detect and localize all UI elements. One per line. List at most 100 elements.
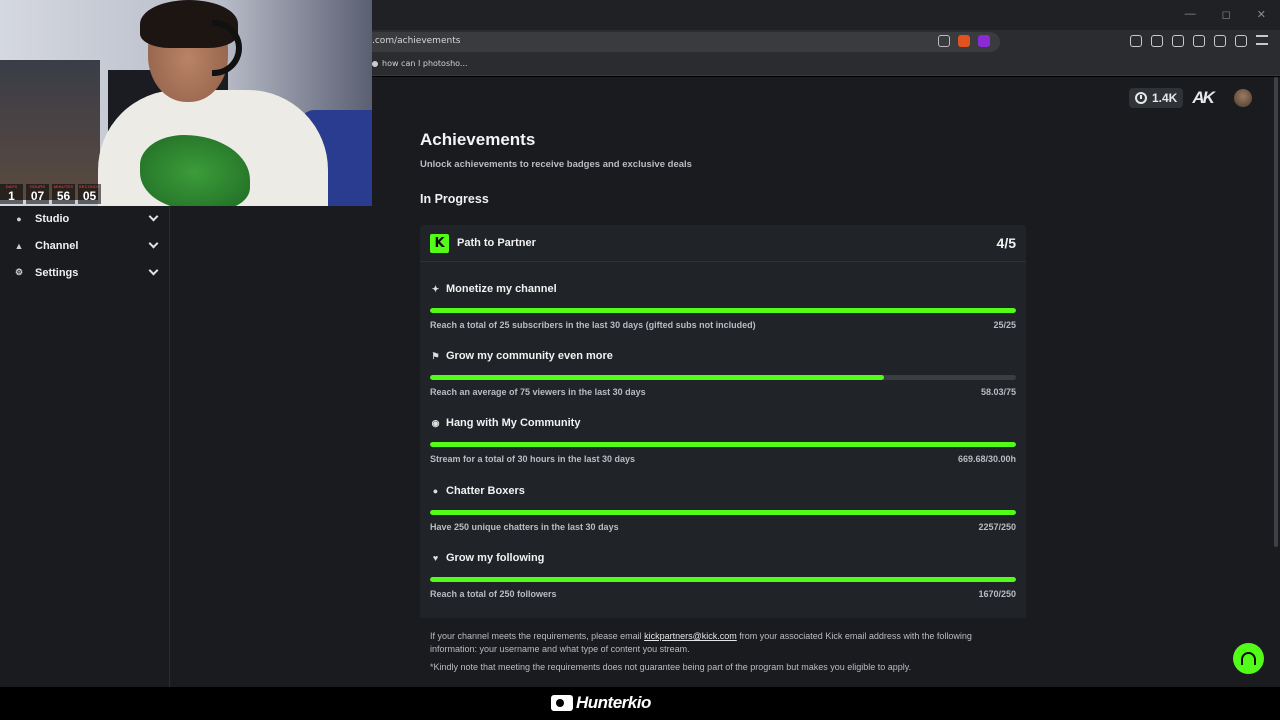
timer-value: 07 bbox=[30, 189, 45, 203]
webcam-shelf bbox=[0, 60, 100, 200]
timer-days: DAYS 1 bbox=[0, 184, 23, 204]
goal-title: Hang with My Community bbox=[446, 417, 581, 430]
goal-description: Have 250 unique chatters in the last 30 … bbox=[430, 521, 619, 532]
goal-progress: 1670/250 bbox=[978, 588, 1016, 599]
timer-value: 56 bbox=[56, 189, 71, 203]
url-text[interactable]: .com/achievements bbox=[372, 36, 460, 46]
brave-shield-icon[interactable] bbox=[958, 35, 970, 47]
sidebar: ● Studio ▲ Channel ⚙ Settings bbox=[0, 205, 170, 687]
card-header: K Path to Partner 4/5 bbox=[420, 225, 1026, 262]
url-field[interactable]: .com/achievements bbox=[360, 32, 1000, 52]
broadcast-icon: ◉ bbox=[431, 417, 440, 428]
sidebar-item-settings[interactable]: ⚙ Settings bbox=[0, 259, 169, 286]
progress-fill bbox=[430, 442, 1016, 448]
sparkle-icon: ✦ bbox=[431, 283, 440, 294]
timer-value: 1 bbox=[8, 189, 15, 203]
achievement-card: K Path to Partner 4/5 ✦ Monetize my chann… bbox=[420, 225, 1026, 687]
chat-icon: ● bbox=[432, 485, 439, 496]
sidebar-item-studio[interactable]: ● Studio bbox=[0, 205, 169, 232]
avatar[interactable] bbox=[1233, 89, 1252, 107]
goal-item: ⚑ Grow my community even more Reach an av… bbox=[430, 349, 1016, 416]
kicks-icon bbox=[1135, 92, 1147, 104]
sidebar-item-label: Channel bbox=[35, 239, 79, 252]
minimize-icon[interactable]: — bbox=[1185, 8, 1196, 21]
share-icon[interactable] bbox=[938, 35, 950, 47]
brand-name: Hunterkio bbox=[576, 693, 651, 712]
goal-progress: 669.68/30.00h bbox=[957, 454, 1016, 465]
goal-item: ♥ Grow my following Reach a total of 250 … bbox=[430, 551, 1016, 618]
menu-icon[interactable] bbox=[1256, 35, 1268, 45]
stream-timer: DAYS 1 HOURS 07 MINUTES 56 SECONDS 05 bbox=[0, 184, 101, 204]
progress-fill bbox=[430, 308, 1016, 313]
email-link[interactable]: kickpartners@kick.com bbox=[644, 631, 737, 641]
goal-title: Chatter Boxers bbox=[446, 484, 525, 497]
footer-text: If your channel meets the requirements, … bbox=[430, 630, 1016, 656]
card-title: Path to Partner bbox=[457, 237, 536, 249]
extension-icon[interactable] bbox=[1130, 35, 1142, 47]
screenshot-icon[interactable] bbox=[1193, 35, 1205, 47]
support-button[interactable] bbox=[1233, 643, 1264, 674]
goal-title: Grow my following bbox=[446, 551, 545, 564]
goal-progress: 2257/250 bbox=[978, 521, 1016, 532]
progress-fill bbox=[430, 375, 884, 381]
scrollbar[interactable] bbox=[1274, 77, 1278, 547]
url-icons bbox=[938, 35, 990, 47]
ak-logo[interactable]: AK bbox=[1192, 88, 1215, 108]
headset-icon bbox=[1241, 652, 1256, 665]
brave-rewards-icon[interactable] bbox=[978, 35, 990, 47]
goal-title: Monetize my channel bbox=[446, 283, 557, 295]
kicks-count: 1.4K bbox=[1152, 91, 1178, 105]
timer-minutes: MINUTES 56 bbox=[52, 184, 75, 204]
card-count: 4/5 bbox=[996, 235, 1016, 251]
bookmark-item[interactable]: how can I photosho... bbox=[372, 59, 468, 68]
goal-description: Reach an average of 75 viewers in the la… bbox=[430, 387, 646, 398]
brand-logo-icon bbox=[551, 695, 573, 711]
goal-description: Reach a total of 25 subscribers in the l… bbox=[430, 320, 756, 330]
page-subtitle: Unlock achievements to receive badges an… bbox=[420, 159, 692, 170]
goal-progress: 25/25 bbox=[993, 320, 1016, 330]
footer-text-before: If your channel meets the requirements, … bbox=[430, 631, 645, 641]
wallet-icon[interactable] bbox=[1151, 35, 1163, 47]
section-title: In Progress bbox=[420, 192, 489, 206]
goal-item: ◉ Hang with My Community Stream for a tot… bbox=[430, 416, 1016, 483]
header-right: 1.4K AK bbox=[1129, 88, 1252, 108]
chevron-down-icon[interactable] bbox=[148, 211, 159, 222]
sidebar-item-channel[interactable]: ▲ Channel bbox=[0, 232, 169, 259]
kicks-balance[interactable]: 1.4K bbox=[1129, 88, 1184, 108]
window-controls: — ◻ ✕ bbox=[1185, 8, 1266, 21]
sidebar-item-label: Settings bbox=[35, 266, 79, 279]
gear-icon: ⚙ bbox=[14, 267, 24, 277]
goal-progress: 58.03/75 bbox=[980, 387, 1016, 398]
progress-bar bbox=[430, 509, 1016, 515]
studio-icon: ● bbox=[16, 213, 22, 224]
sidebar-toggle-icon[interactable] bbox=[1172, 35, 1184, 47]
page-title: Achievements bbox=[420, 130, 536, 149]
progress-fill bbox=[430, 576, 1016, 582]
goal-description: Reach a total of 250 followers bbox=[430, 588, 557, 599]
goal-description: Stream for a total of 30 hours in the la… bbox=[430, 454, 636, 465]
progress-bar bbox=[430, 308, 1016, 313]
main-content: Achievements Unlock achievements to rece… bbox=[420, 130, 1026, 206]
goal-item: ● Chatter Boxers Have 250 unique chatters… bbox=[430, 484, 1016, 551]
timer-hours: HOURS 07 bbox=[26, 184, 49, 204]
vpn-icon[interactable] bbox=[1235, 35, 1247, 47]
goal-item: ✦ Monetize my channel Reach a total of 25… bbox=[430, 282, 1016, 349]
footer-note: *Kindly note that meeting the requiremen… bbox=[430, 662, 912, 672]
channel-icon: ▲ bbox=[14, 240, 24, 251]
maximize-icon[interactable]: ◻ bbox=[1222, 8, 1231, 21]
kick-logo-icon: K bbox=[430, 233, 449, 253]
card-footer: If your channel meets the requirements, … bbox=[420, 618, 1026, 687]
progress-fill bbox=[430, 509, 1016, 515]
close-icon[interactable]: ✕ bbox=[1257, 8, 1266, 21]
timer-value: 05 bbox=[82, 189, 97, 203]
chevron-down-icon[interactable] bbox=[148, 238, 159, 249]
progress-bar bbox=[430, 576, 1016, 582]
progress-bar bbox=[430, 442, 1016, 448]
timer-seconds: SECONDS 05 bbox=[78, 184, 101, 204]
chevron-down-icon[interactable] bbox=[148, 265, 159, 276]
extension-icons bbox=[1130, 35, 1268, 47]
progress-bar bbox=[430, 375, 1016, 381]
streamer-brand: Hunterkio bbox=[551, 693, 651, 713]
community-icon: ⚑ bbox=[431, 350, 440, 361]
leo-icon[interactable] bbox=[1214, 35, 1226, 47]
